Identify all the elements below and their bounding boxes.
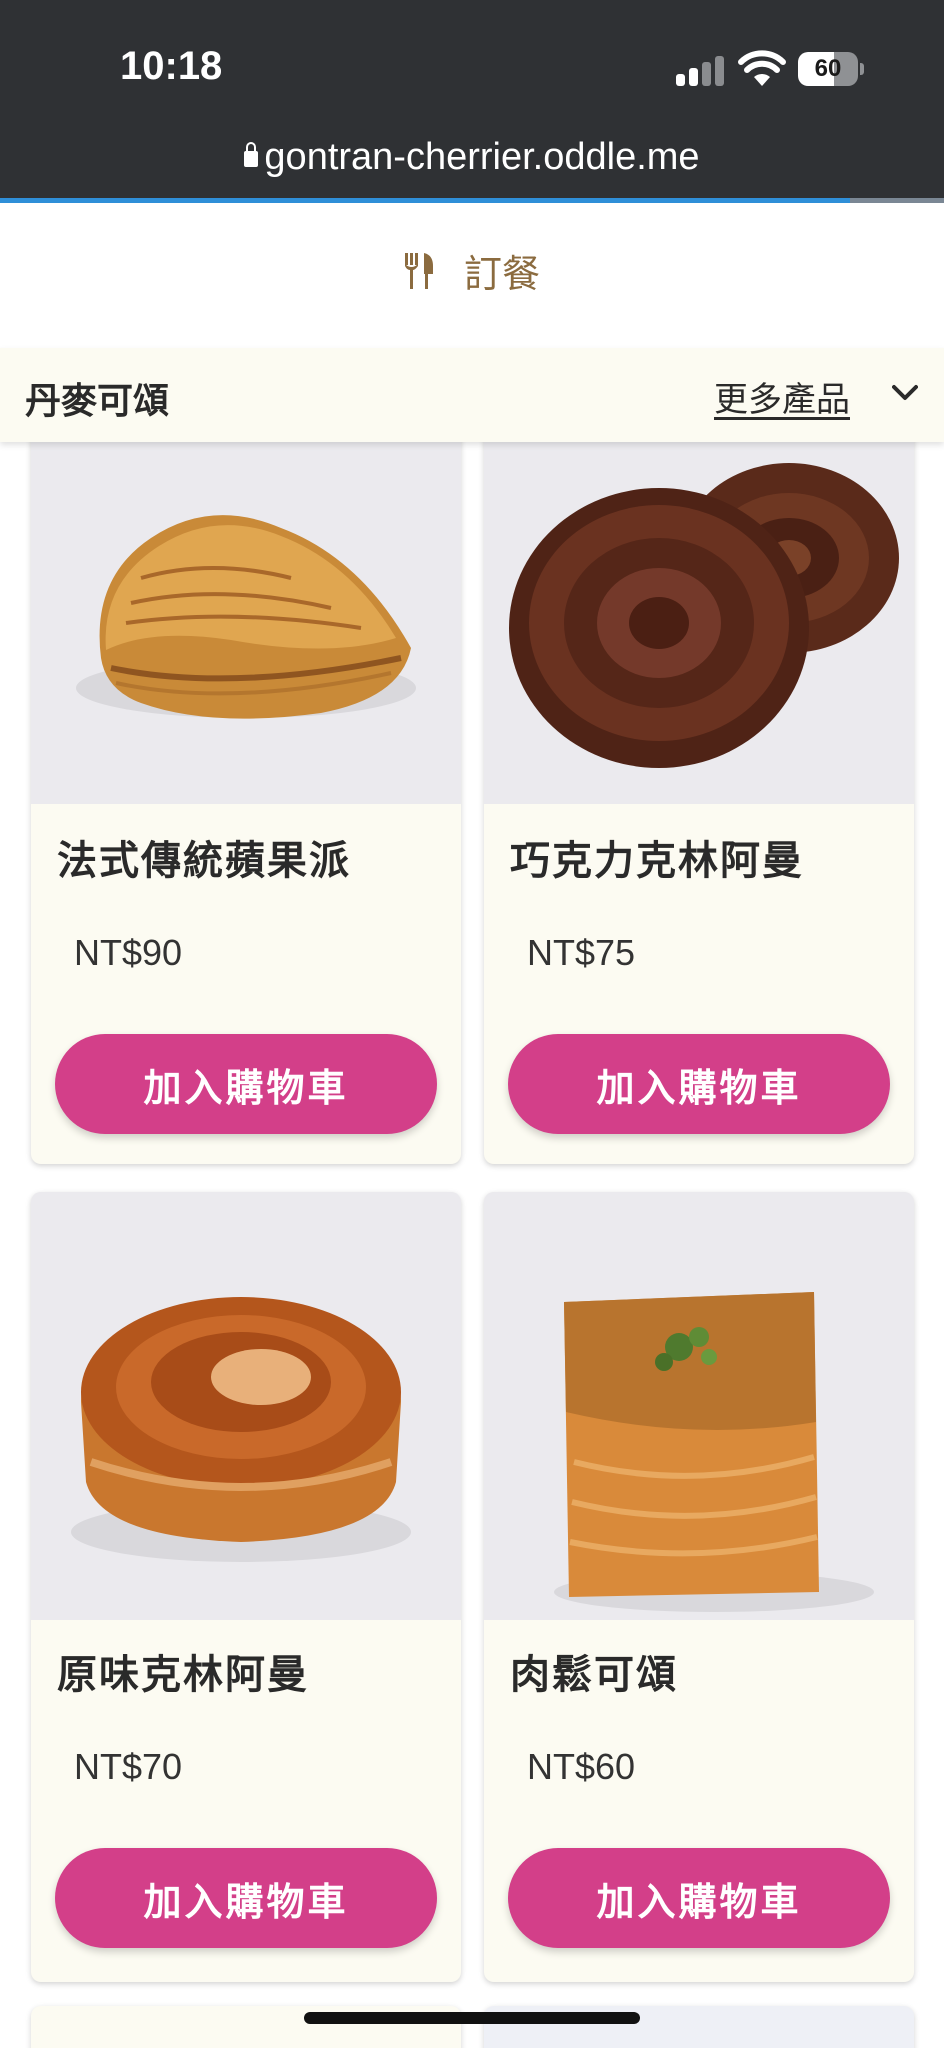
order-label: 訂餐	[463, 252, 540, 296]
product-price: NT$70	[74, 1746, 183, 1787]
url-text: gontran-cherrier.oddle.me	[264, 136, 700, 178]
add-to-cart-button[interactable]: 加入購物車	[55, 1034, 437, 1134]
browser-top-bar: 10:18 60 gontran-cherrier.oddle.me	[0, 0, 944, 203]
product-card[interactable]: 法式傳統蘋果派 NT$90 加入購物車	[31, 442, 461, 1164]
category-bar: 丹麥可頌 更多產品	[0, 348, 944, 442]
chevron-down-icon[interactable]	[892, 380, 918, 406]
category-title: 丹麥可頌	[25, 381, 170, 422]
product-image-pork-floss-croissant[interactable]	[484, 1192, 914, 1620]
more-products-button[interactable]: 更多產品	[714, 372, 850, 421]
product-name: 原味克林阿曼	[57, 1652, 309, 1698]
utensils-icon	[404, 252, 433, 289]
wifi-icon	[738, 50, 786, 86]
product-card[interactable]: 巧克力克林阿曼 NT$75 加入購物車	[484, 442, 914, 1164]
product-name: 肉鬆可頌	[510, 1652, 678, 1698]
product-image-plain-kouign-amann[interactable]	[31, 1192, 461, 1620]
product-grid: 法式傳統蘋果派 NT$90 加入購物車 巧克力克林阿曼 NT$75 加入購物車	[0, 442, 944, 2048]
add-to-cart-button[interactable]: 加入購物車	[508, 1034, 890, 1134]
home-indicator[interactable]	[304, 2012, 640, 2024]
product-image-apple-turnover[interactable]	[31, 442, 461, 804]
lock-icon	[244, 141, 259, 167]
cellular-signal-icon	[676, 56, 726, 86]
product-price: NT$60	[527, 1746, 636, 1787]
add-to-cart-button[interactable]: 加入購物車	[55, 1848, 437, 1948]
url-bar[interactable]: gontran-cherrier.oddle.me	[0, 136, 944, 179]
product-card[interactable]: 原味克林阿曼 NT$70 加入購物車	[31, 1192, 461, 1982]
product-image-chocolate-kouign-amann[interactable]	[484, 442, 914, 804]
order-tab[interactable]: 訂餐	[0, 203, 944, 348]
product-name: 巧克力克林阿曼	[510, 838, 804, 884]
battery-level: 60	[814, 55, 842, 82]
product-price: NT$90	[74, 932, 183, 973]
product-name: 法式傳統蘋果派	[57, 838, 351, 884]
product-price: NT$75	[527, 932, 636, 973]
battery-icon: 60	[798, 52, 864, 86]
product-card[interactable]: 肉鬆可頌 NT$60 加入購物車	[484, 1192, 914, 1982]
status-time: 10:18	[120, 44, 223, 88]
add-to-cart-button[interactable]: 加入購物車	[508, 1848, 890, 1948]
